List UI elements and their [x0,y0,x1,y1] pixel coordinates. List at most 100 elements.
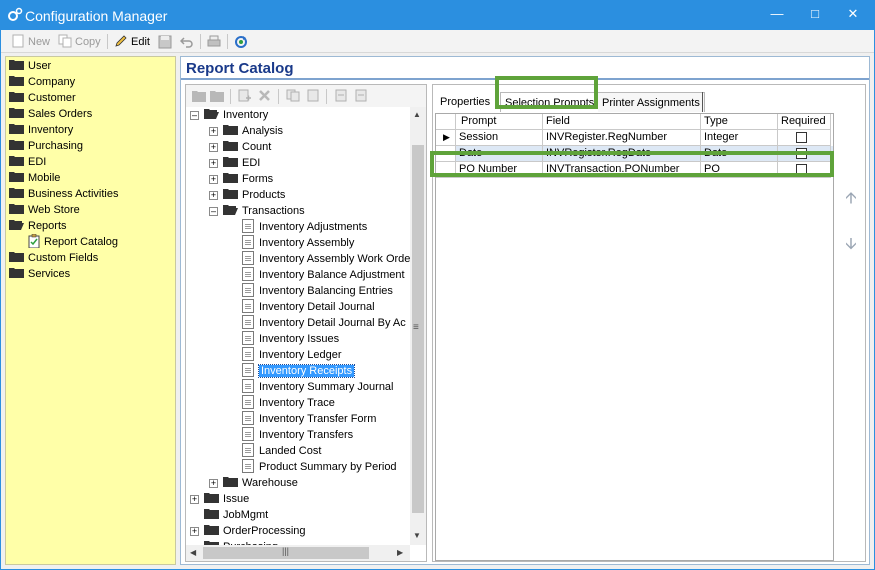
nav-item-custom-fields[interactable]: Custom Fields [9,250,98,266]
tree-node-jobmgmt[interactable]: JobMgmt [204,507,268,523]
copy-button[interactable]: Copy [58,33,101,51]
page-title: Report Catalog [186,60,294,77]
copy-report-icon[interactable] [286,89,300,102]
column-header-type[interactable]: Type [701,114,778,130]
tree-node-inventory[interactable]: Inventory [204,107,268,123]
expand-toggle[interactable]: + [209,143,218,152]
scroll-up-icon[interactable]: ▲ [413,110,421,119]
nav-item-user[interactable]: User [9,58,51,74]
tree-node-analysis[interactable]: Analysis [223,123,283,139]
new-button[interactable]: New [11,33,50,51]
expand-toggle[interactable]: + [209,479,218,488]
nav-item-reports[interactable]: Reports [9,218,67,234]
cell-type[interactable]: Integer [701,130,778,146]
tree-node-report[interactable]: Inventory Assembly Work Orde [242,251,410,267]
tree-node-edi[interactable]: EDI [223,155,260,171]
nav-item-report-catalog[interactable]: Report Catalog [28,234,118,250]
tree-node-report[interactable]: Landed Cost [242,443,321,459]
cell-prompt[interactable]: Session [456,130,543,146]
minimize-button[interactable]: — [762,0,792,28]
highlight-selection-prompts-tab [495,76,598,109]
required-checkbox[interactable] [796,132,807,143]
add-report-icon[interactable] [238,89,251,102]
scroll-right-icon[interactable]: ▶ [397,548,403,557]
edit-button[interactable]: Edit [114,33,150,51]
tree-node-report[interactable]: Inventory Trace [242,395,335,411]
move-up-arrow-icon[interactable]: 🡩 [843,191,859,207]
scroll-left-icon[interactable]: ◀ [190,548,196,557]
tab-properties[interactable]: Properties [436,92,495,112]
nav-item-web-store[interactable]: Web Store [9,202,80,218]
toolbar-separator [230,89,231,104]
tree-node-label: Forms [242,173,274,185]
tree-node-report-selected[interactable]: Inventory Receipts [242,363,356,379]
tree-vertical-scrollbar[interactable]: ▲ ≡ ▼ [410,107,426,545]
folder-icon [223,172,238,183]
nav-item-company[interactable]: Company [9,74,75,90]
tree-horizontal-scrollbar[interactable]: ◀ ||| ▶ [186,545,410,561]
open-folder-icon[interactable] [210,89,224,102]
undo-icon[interactable] [180,35,194,49]
tree-node-report[interactable]: Inventory Transfer Form [242,411,376,427]
nav-item-inventory[interactable]: Inventory [9,122,73,138]
tree-node-issue[interactable]: Issue [204,491,249,507]
column-header-required[interactable]: Required [778,114,831,130]
nav-item-sales-orders[interactable]: Sales Orders [9,106,92,122]
tree-node-report[interactable]: Inventory Summary Journal [242,379,394,395]
new-folder-icon[interactable] [192,89,206,102]
nav-label: Mobile [28,172,61,184]
nav-label: Customer [28,92,76,104]
expand-toggle[interactable]: + [209,159,218,168]
refresh-icon[interactable] [234,35,248,49]
collapse-toggle[interactable]: – [209,207,218,216]
maximize-button[interactable]: □ [800,0,830,28]
collapse-toggle[interactable]: – [190,111,199,120]
table-row[interactable]: ▶ Session INVRegister.RegNumber Integer [436,130,833,146]
export-icon[interactable] [354,89,368,102]
tree-node-report[interactable]: Inventory Assembly [242,235,354,251]
tree-node-report[interactable]: Inventory Transfers [242,427,353,443]
nav-item-services[interactable]: Services [9,266,70,282]
tree-node-forms[interactable]: Forms [223,171,273,187]
tree-node-report[interactable]: Inventory Issues [242,331,339,347]
close-button[interactable]: ✕ [838,0,868,28]
column-header-prompt[interactable]: Prompt [456,114,543,130]
tree-node-orderprocessing[interactable]: OrderProcessing [204,523,306,539]
tab-printer-assignments[interactable]: Printer Assignments [598,92,705,112]
paste-report-icon[interactable] [306,89,320,102]
tree-node-report[interactable]: Product Summary by Period [242,459,397,475]
tree-node-transactions[interactable]: Transactions [223,203,305,219]
tree-node-report[interactable]: Inventory Detail Journal [242,299,375,315]
expand-toggle[interactable]: + [209,191,218,200]
expand-toggle[interactable]: + [190,527,199,536]
move-down-arrow-icon[interactable]: 🡫 [843,237,859,253]
column-header-field[interactable]: Field [543,114,701,130]
tree-node-report[interactable]: Inventory Ledger [242,347,342,363]
tree-node-report[interactable]: Inventory Balance Adjustment [242,267,405,283]
nav-item-mobile[interactable]: Mobile [9,170,60,186]
scroll-down-icon[interactable]: ▼ [413,531,421,540]
tree-node-report[interactable]: Inventory Balancing Entries [242,283,393,299]
nav-item-business-activities[interactable]: Business Activities [9,186,118,202]
tree-node-report[interactable]: Inventory Detail Journal By Ac [242,315,406,331]
grip-icon: ||| [282,546,290,556]
tree-node-label: Inventory Ledger [259,349,342,361]
nav-item-customer[interactable]: Customer [9,90,76,106]
cell-field[interactable]: INVRegister.RegNumber [543,130,701,146]
tree-node-warehouse[interactable]: Warehouse [223,475,298,491]
print-icon[interactable] [207,35,221,49]
expand-toggle[interactable]: + [209,127,218,136]
nav-item-purchasing[interactable]: Purchasing [9,138,83,154]
nav-item-edi[interactable]: EDI [9,154,46,170]
selection-prompts-grid: Prompt Field Type Required ▶ Session INV… [435,113,834,561]
import-icon[interactable] [334,89,348,102]
tree-node-report[interactable]: Inventory Adjustments [242,219,367,235]
tree-node-count[interactable]: Count [223,139,271,155]
expand-toggle[interactable]: + [209,175,218,184]
tree-toolbar [186,85,426,107]
save-icon[interactable] [158,35,172,49]
toolbar-separator [278,89,279,104]
tree-node-products[interactable]: Products [223,187,285,203]
expand-toggle[interactable]: + [190,495,199,504]
delete-icon[interactable] [258,89,271,102]
